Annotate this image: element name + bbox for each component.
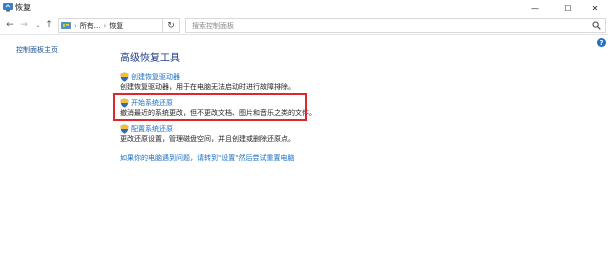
control-panel-icon <box>61 21 71 30</box>
configure-system-restore-description: 更改还原设置，管理磁盘空间，并且创建或删除还原点。 <box>120 135 295 143</box>
breadcrumb-separator-icon: › <box>74 21 77 30</box>
reset-pc-link[interactable]: 如果你的电脑遇到问题，请转到"设置"然后尝试重置电脑 <box>120 153 294 163</box>
breadcrumb-all-items[interactable]: 所有... <box>80 21 101 31</box>
page-title: 高级恢复工具 <box>120 53 180 64</box>
search-input[interactable]: 搜索控制面板 <box>185 18 606 33</box>
address-bar[interactable]: › 所有... › 恢复 ⌄ <box>58 18 215 33</box>
up-button[interactable]: ↑ <box>43 19 55 31</box>
breadcrumb-separator-icon: › <box>103 21 107 30</box>
close-button[interactable]: ✕ <box>582 0 608 16</box>
search-icon <box>592 21 601 30</box>
back-button[interactable]: ← <box>4 19 16 31</box>
address-bar-row: ← → ⌄ ↑ › 所有... › 恢复 ⌄ ↻ 搜索控制面板 <box>0 17 608 35</box>
search-placeholder: 搜索控制面板 <box>192 22 234 30</box>
shield-icon <box>120 124 129 134</box>
breadcrumb-recovery[interactable]: 恢复 <box>109 21 123 31</box>
title-bar: 恢复 — ☐ ✕ <box>0 0 608 16</box>
highlight-box <box>113 93 307 121</box>
control-panel-home-link[interactable]: 控制面板主页 <box>16 45 58 55</box>
refresh-button[interactable]: ↻ <box>163 18 180 33</box>
help-icon[interactable]: ? <box>597 38 606 47</box>
minimize-button[interactable]: — <box>522 0 548 16</box>
shield-icon <box>120 72 129 82</box>
window-title: 恢复 <box>15 3 31 12</box>
create-recovery-drive-description: 创建恢复驱动器，用于在电脑无法启动时进行故障排除。 <box>120 83 295 91</box>
create-recovery-drive-link[interactable]: 创建恢复驱动器 <box>131 72 180 82</box>
configure-system-restore-link[interactable]: 配置系统还原 <box>131 124 173 134</box>
recovery-window-icon <box>3 3 13 12</box>
forward-button[interactable]: → <box>18 19 30 31</box>
maximize-button[interactable]: ☐ <box>555 0 581 16</box>
